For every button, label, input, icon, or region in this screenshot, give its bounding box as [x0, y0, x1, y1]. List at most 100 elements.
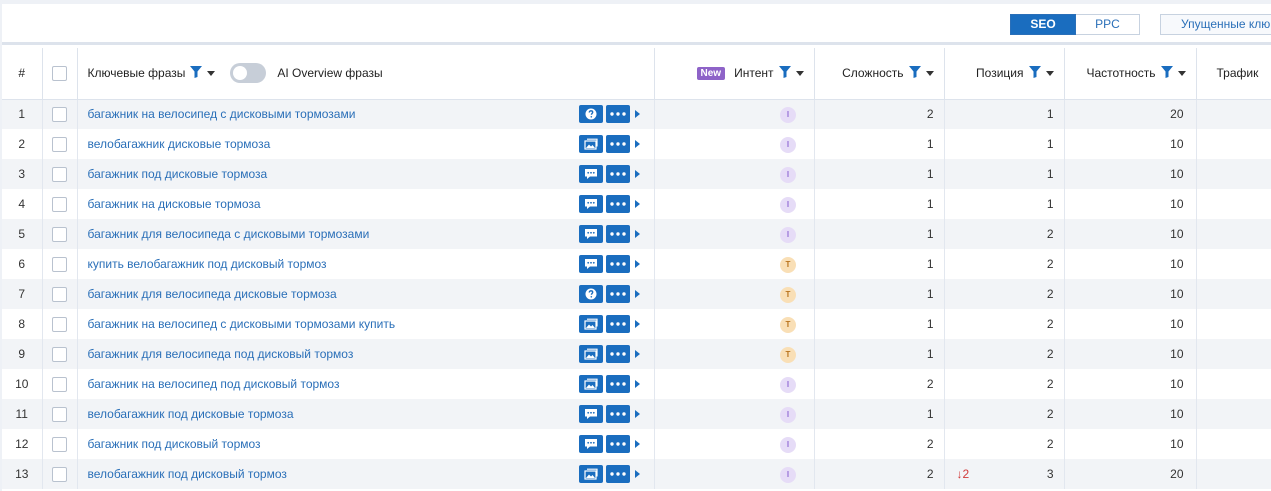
volume-header-label[interactable]: Частотность: [1087, 66, 1156, 80]
intent-badge[interactable]: I: [780, 406, 796, 423]
more-actions-button[interactable]: [605, 105, 630, 124]
row-checkbox[interactable]: [52, 226, 67, 242]
serp-feature-button[interactable]: [578, 225, 603, 243]
serp-feature-button[interactable]: [578, 105, 603, 124]
intent-badge[interactable]: I: [780, 136, 796, 153]
keyword-link[interactable]: велобагажник под дисковый тормоз: [88, 467, 287, 481]
keyword-link[interactable]: багажник на велосипед с дисковыми тормоз…: [88, 107, 356, 121]
caret-right-icon[interactable]: [634, 440, 640, 448]
caret-right-icon[interactable]: [634, 290, 640, 298]
keyword-link[interactable]: багажник для велосипеда с дисковыми торм…: [88, 227, 370, 241]
serp-feature-button[interactable]: [578, 285, 603, 303]
caret-right-icon[interactable]: [634, 410, 640, 418]
row-checkbox[interactable]: [52, 136, 67, 152]
position-cell: 1: [944, 159, 1065, 189]
caret-right-icon[interactable]: [634, 350, 640, 358]
caret-right-icon[interactable]: [634, 230, 640, 238]
serp-feature-button[interactable]: [578, 435, 603, 453]
row-checkbox[interactable]: [52, 256, 67, 272]
row-checkbox[interactable]: [52, 196, 67, 212]
serp-feature-button[interactable]: [578, 255, 603, 273]
chevron-down-icon[interactable]: [1177, 70, 1186, 76]
keywords-header-label[interactable]: Ключевые фразы: [88, 66, 186, 80]
serp-feature-button[interactable]: [578, 405, 603, 423]
caret-right-icon[interactable]: [634, 140, 640, 148]
keyword-link[interactable]: багажник на велосипед под дисковый тормо…: [88, 377, 340, 391]
filter-icon[interactable]: [1160, 65, 1173, 81]
keyword-link[interactable]: багажник для велосипеда под дисковый тор…: [88, 347, 354, 361]
tab-ppc[interactable]: PPC: [1076, 14, 1140, 35]
chevron-down-icon[interactable]: [795, 70, 804, 76]
intent-badge[interactable]: I: [780, 376, 796, 393]
intent-badge[interactable]: I: [780, 196, 796, 213]
caret-right-icon[interactable]: [634, 470, 640, 478]
ai-overview-toggle[interactable]: [230, 63, 267, 84]
more-actions-button[interactable]: [605, 465, 630, 483]
serp-feature-button[interactable]: [578, 345, 603, 363]
serp-feature-button[interactable]: [578, 195, 603, 213]
chevron-down-icon[interactable]: [1045, 70, 1054, 76]
more-actions-button[interactable]: [605, 435, 630, 453]
select-all-checkbox[interactable]: [52, 65, 67, 81]
row-checkbox[interactable]: [52, 406, 67, 422]
serp-feature-button[interactable]: [578, 375, 603, 393]
filter-icon[interactable]: [908, 65, 921, 81]
intent-badge[interactable]: T: [780, 346, 796, 363]
row-checkbox[interactable]: [52, 166, 67, 182]
intent-badge[interactable]: I: [780, 226, 796, 243]
intent-badge[interactable]: I: [780, 466, 796, 483]
row-checkbox[interactable]: [52, 466, 67, 482]
tab-seo[interactable]: SEO: [1010, 14, 1076, 35]
difficulty-header-label[interactable]: Сложность: [842, 66, 903, 80]
more-actions-button[interactable]: [605, 225, 630, 243]
more-actions-button[interactable]: [605, 405, 630, 423]
filter-icon[interactable]: [1028, 65, 1041, 81]
keyword-link[interactable]: велобагажник дисковые тормоза: [88, 137, 271, 151]
filter-icon[interactable]: [778, 65, 791, 81]
more-actions-button[interactable]: [605, 195, 630, 213]
serp-feature-button[interactable]: [578, 165, 603, 183]
row-checkbox[interactable]: [52, 436, 67, 452]
more-actions-button[interactable]: [605, 135, 630, 153]
more-actions-button[interactable]: [605, 285, 630, 303]
caret-right-icon[interactable]: [634, 200, 640, 208]
intent-badge[interactable]: I: [780, 166, 796, 183]
intent-badge[interactable]: I: [780, 106, 796, 123]
traffic-header-label[interactable]: Трафик: [1217, 66, 1259, 80]
caret-right-icon[interactable]: [634, 260, 640, 268]
more-actions-button[interactable]: [605, 165, 630, 183]
caret-right-icon[interactable]: [634, 110, 640, 119]
intent-badge[interactable]: T: [780, 316, 796, 333]
filter-icon[interactable]: [190, 65, 203, 81]
caret-right-icon[interactable]: [634, 170, 640, 178]
row-checkbox[interactable]: [52, 346, 67, 362]
keyword-link[interactable]: багажник на велосипед с дисковыми тормоз…: [88, 317, 396, 331]
serp-feature-button[interactable]: [578, 315, 603, 333]
serp-feature-button[interactable]: [578, 465, 603, 483]
row-checkbox[interactable]: [52, 286, 67, 302]
more-actions-button[interactable]: [605, 345, 630, 363]
intent-badge[interactable]: I: [780, 436, 796, 453]
more-actions-button[interactable]: [605, 315, 630, 333]
keyword-link[interactable]: багажник на дисковые тормоза: [88, 197, 261, 211]
keyword-link[interactable]: велобагажник под дисковые тормоза: [88, 407, 294, 421]
intent-header-label[interactable]: Интент: [734, 66, 773, 80]
row-checkbox[interactable]: [52, 316, 67, 332]
serp-feature-button[interactable]: [578, 135, 603, 153]
more-actions-button[interactable]: [605, 375, 630, 393]
intent-badge[interactable]: T: [780, 256, 796, 273]
keyword-link[interactable]: багажник для велосипеда дисковые тормоза: [88, 287, 337, 301]
chevron-down-icon[interactable]: [207, 70, 216, 76]
missed-keywords-button[interactable]: Упущенные клю: [1160, 14, 1271, 35]
row-checkbox[interactable]: [52, 376, 67, 392]
keyword-link[interactable]: багажник под дисковые тормоза: [88, 167, 268, 181]
position-header-label[interactable]: Позиция: [976, 66, 1023, 80]
keyword-link[interactable]: багажник под дисковый тормоз: [88, 437, 261, 451]
row-checkbox[interactable]: [52, 106, 67, 122]
chevron-down-icon[interactable]: [925, 70, 934, 76]
intent-badge[interactable]: T: [780, 286, 796, 303]
caret-right-icon[interactable]: [634, 320, 640, 328]
keyword-link[interactable]: купить велобагажник под дисковый тормоз: [88, 257, 327, 271]
more-actions-button[interactable]: [605, 255, 630, 273]
caret-right-icon[interactable]: [634, 380, 640, 388]
